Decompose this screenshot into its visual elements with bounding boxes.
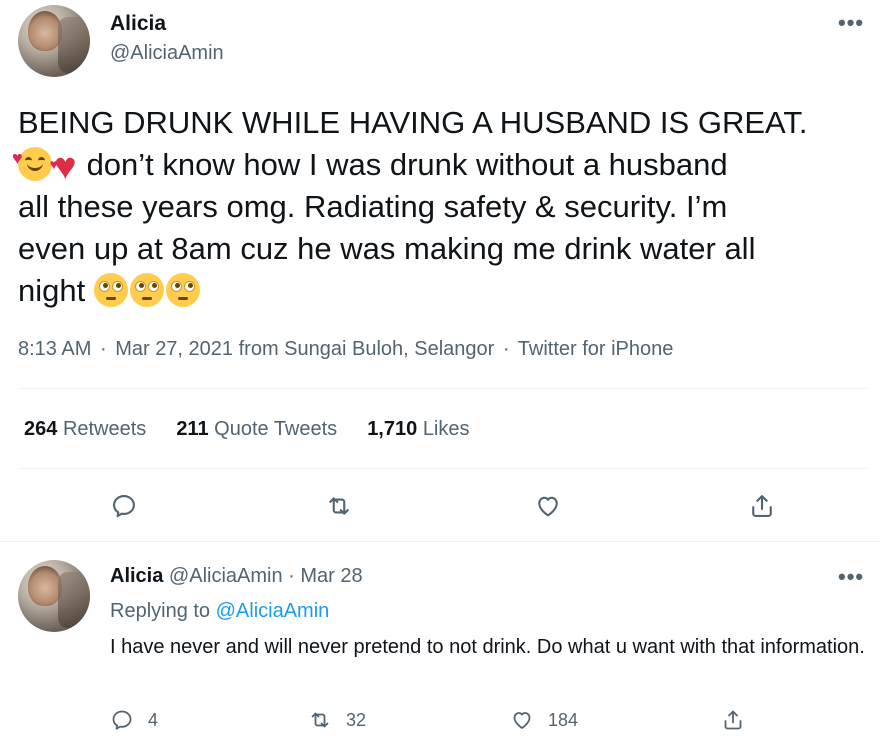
retweet-icon [329, 497, 349, 515]
replying-to-handle[interactable]: @AliciaAmin [216, 600, 330, 622]
tweet-text-line: BEING DRUNK WHILE HAVING A HUSBAND IS GR… [18, 105, 808, 140]
more-options-icon[interactable]: ••• [838, 12, 864, 34]
share-icon [752, 495, 772, 517]
separator: · [502, 338, 510, 360]
reply-icon [112, 710, 132, 730]
like-count: 184 [548, 709, 579, 730]
reply-author-avatar[interactable] [18, 560, 90, 632]
reply-author-name[interactable]: Alicia [110, 565, 163, 587]
tweet-location[interactable]: Sungai Buloh, Selangor [284, 338, 494, 360]
reply-more-options-icon[interactable]: ••• [838, 566, 864, 588]
face-with-rolling-eyes-icon [165, 273, 200, 307]
tweet-text-line: all these years omg. Radiating safety & … [18, 189, 728, 224]
heart-icon [538, 496, 558, 517]
tweet-text-line: even up at 8am cuz he was making me drin… [18, 231, 756, 266]
tweet-text: BEING DRUNK WHILE HAVING A HUSBAND IS GR… [12, 102, 868, 312]
reply-retweet-button[interactable]: 32 [308, 708, 366, 732]
tweet-timestamp[interactable]: 8:13 AM · Mar 27, 2021 [18, 338, 233, 360]
tweet-text-line: ♥don’t know how I was drunk without a hu… [12, 137, 868, 186]
reply-header: Alicia @AliciaAmin · Mar 28 [110, 565, 363, 588]
face-with-rolling-eyes-icon [93, 273, 128, 307]
divider [0, 541, 880, 542]
author-name[interactable]: Alicia [110, 12, 166, 36]
replying-to: Replying to @AliciaAmin [110, 600, 329, 623]
reply-count: 4 [148, 709, 159, 730]
reply-text: I have never and will never pretend to n… [110, 636, 865, 658]
retweet-icon [311, 712, 329, 728]
author-avatar[interactable] [18, 5, 90, 77]
reply-like-button[interactable]: 184 [510, 708, 578, 732]
divider [18, 388, 868, 389]
quote-tweets-stat[interactable]: 211 Quote Tweets [176, 418, 337, 441]
tweet-stats: 264 Retweets 211 Quote Tweets 1,710 Like… [24, 418, 470, 441]
tweet-meta: 8:13 AM · Mar 27, 2021 from Sungai Buloh… [18, 338, 673, 361]
tweet-source[interactable]: Twitter for iPhone [518, 338, 674, 360]
location-prefix: from [238, 338, 279, 360]
like-button[interactable] [531, 489, 565, 523]
reply-share-button[interactable] [721, 708, 745, 732]
share-icon [724, 710, 742, 730]
tweet-text-line: night [18, 270, 868, 312]
retweet-button[interactable] [322, 489, 356, 523]
retweets-stat[interactable]: 264 Retweets [24, 418, 146, 441]
heart-icon [513, 712, 531, 729]
replying-to-label: Replying to [110, 600, 211, 622]
reply-reply-button[interactable]: 4 [110, 708, 158, 732]
reply-author-handle[interactable]: @AliciaAmin [169, 565, 283, 587]
separator: · [288, 565, 295, 587]
divider [18, 468, 868, 469]
reply-date[interactable]: Mar 28 [300, 565, 362, 587]
reply-icon [113, 495, 135, 518]
share-button[interactable] [745, 489, 779, 523]
reply-button[interactable] [107, 489, 141, 523]
retweet-count: 32 [346, 709, 367, 730]
face-with-rolling-eyes-icon [129, 273, 164, 307]
author-handle[interactable]: @AliciaAmin [110, 42, 224, 65]
smiling-face-with-hearts-icon [12, 137, 58, 185]
likes-stat[interactable]: 1,710 Likes [367, 418, 469, 441]
